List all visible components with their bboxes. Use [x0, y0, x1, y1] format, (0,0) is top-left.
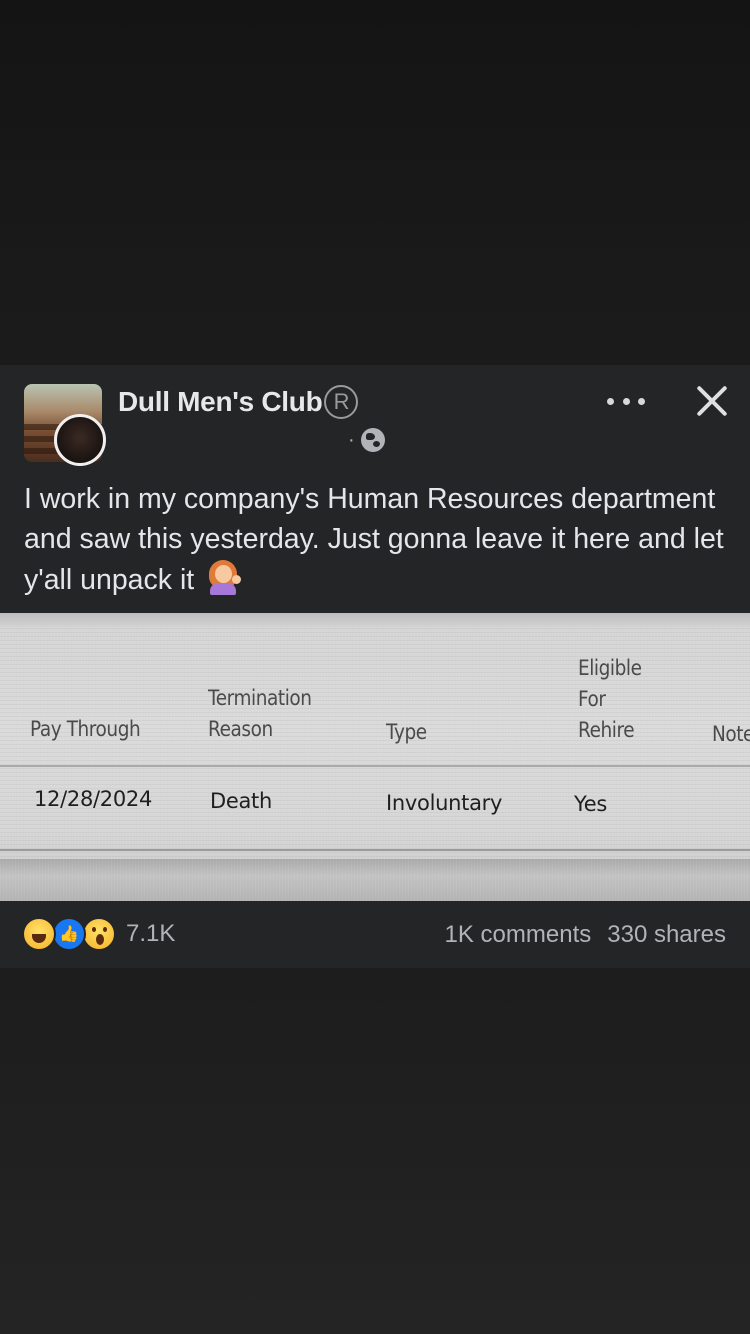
reactions-summary[interactable]: 👍 7.1K [22, 917, 175, 951]
shares-link[interactable]: 330 shares [607, 921, 726, 949]
post-photo[interactable]: Termination Reason Pay Through Type Elig… [0, 613, 750, 901]
page-name-link[interactable]: Dull Men's Club R [118, 385, 359, 419]
page-name: Dull Men's Club [118, 386, 323, 417]
post-stats: 1K comments 330 shares [445, 921, 726, 949]
header-termination-reason: Termination Reason [208, 686, 312, 741]
page-avatar[interactable] [24, 384, 106, 466]
close-icon[interactable] [690, 379, 734, 423]
cell-eligible-for-rehire: Yes [574, 792, 607, 816]
screen: Dull Men's Club R · I work in my company… [0, 0, 750, 1334]
cell-type: Involuntary [386, 791, 503, 815]
comments-link[interactable]: 1K comments [445, 921, 592, 949]
like-reaction-icon: 👍 [52, 917, 86, 951]
woman-tipping-hand-emoji-icon [206, 559, 242, 595]
globe-icon [360, 428, 385, 452]
more-icon-dot [638, 397, 645, 405]
post-card: Dull Men's Club R · I work in my company… [0, 365, 750, 968]
reaction-count: 7.1K [126, 920, 176, 947]
haha-reaction-icon [22, 917, 56, 951]
more-icon-dot [622, 397, 630, 405]
header-type: Type [386, 720, 427, 744]
post-meta: · [348, 428, 385, 452]
header-eligible-for-rehire: Eligible For Rehire [578, 656, 642, 742]
cell-pay-through: 12/28/2024 [34, 787, 153, 811]
header-pay-through: Pay Through [30, 717, 141, 741]
user-profile-picture [54, 414, 106, 466]
more-icon-dot [607, 397, 614, 405]
cell-termination-reason: Death [210, 789, 273, 813]
wow-reaction-icon [82, 917, 116, 951]
registered-mark-icon: R [324, 385, 359, 419]
header-notes: Note [712, 722, 750, 746]
post-text: I work in my company's Human Resources d… [24, 479, 724, 600]
meta-separator: · [348, 428, 355, 451]
more-options-button[interactable] [604, 387, 648, 415]
post-body: I work in my company's Human Resources d… [24, 483, 724, 596]
